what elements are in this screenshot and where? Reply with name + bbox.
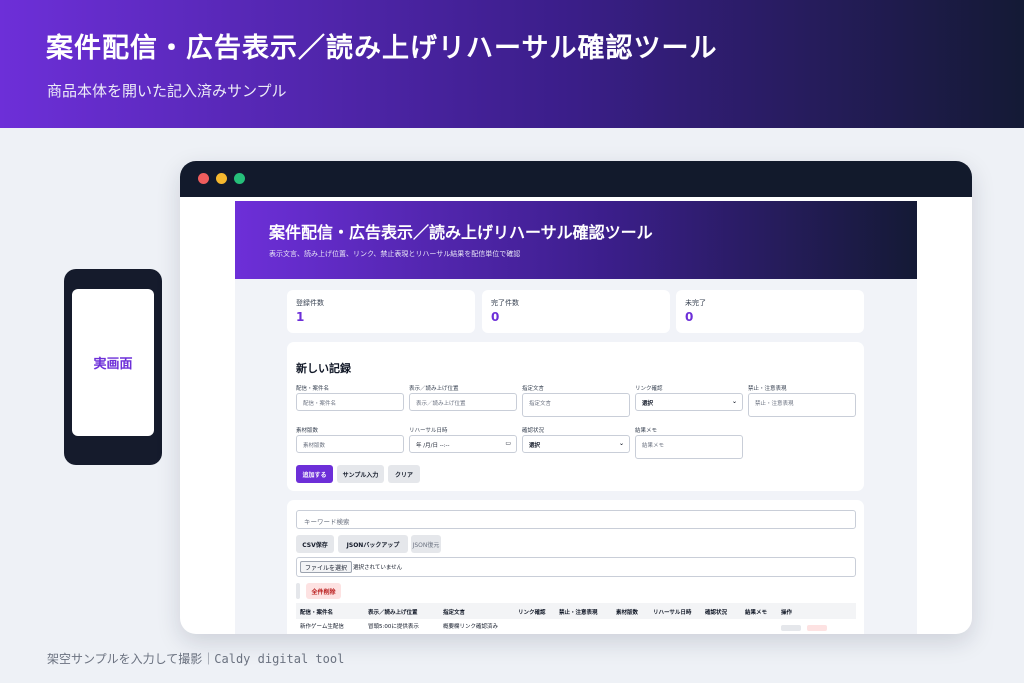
close-window-dot-icon[interactable] — [198, 173, 209, 184]
browser-titlebar — [180, 161, 972, 197]
choose-file-button[interactable]: ファイルを選択 — [300, 561, 353, 573]
stat-card-registered: 登録件数 1 — [287, 290, 475, 333]
row-text: 概要欄リンク確認済み — [443, 624, 499, 630]
column-header: 結果メモ — [745, 610, 768, 616]
sample-input-button[interactable]: サンプル入力 — [337, 465, 384, 483]
horizontal-scroll-handle[interactable] — [296, 583, 300, 599]
position-input[interactable]: 表示／読み上げ位置 — [409, 393, 517, 411]
position-label: 表示／読み上げ位置 — [409, 386, 459, 392]
app-title: 案件配信・広告表示／読み上げリハーサル確認ツール — [269, 223, 653, 242]
add-button[interactable]: 追加する — [296, 465, 333, 483]
delete-all-button[interactable]: 全件削除 — [306, 583, 341, 599]
phone-label: 実画面 — [93, 357, 133, 372]
column-header: リハーサル日時 — [653, 610, 692, 616]
stat-card-incomplete: 未完了 0 — [676, 290, 864, 333]
stat-value: 0 — [491, 310, 500, 324]
row-position: 冒頭5:00に提供表示 — [368, 624, 419, 630]
banner-title: 案件配信・広告表示／読み上げリハーサル確認ツール — [46, 33, 718, 64]
version-input[interactable]: 素材版数 — [296, 435, 404, 453]
app-header: 案件配信・広告表示／読み上げリハーサル確認ツール 表示文言、読み上げ位置、リンク… — [235, 201, 917, 279]
records-list-card: キーワード検索 CSV保存 JSONバックアップ JSON復元 ファイルを選択 … — [287, 500, 864, 634]
hero-banner: 案件配信・広告表示／読み上げリハーサル確認ツール 商品本体を開いた記入済みサンプ… — [0, 0, 1024, 128]
search-input[interactable]: キーワード検索 — [296, 510, 856, 529]
chevron-down-icon: ⌄ — [731, 398, 737, 405]
stat-label: 未完了 — [685, 299, 706, 307]
column-header: 配信・案件名 — [300, 610, 334, 616]
column-header: 指定文言 — [443, 610, 466, 616]
text-label: 指定文言 — [522, 386, 545, 392]
memo-textarea[interactable]: 結果メモ — [635, 435, 743, 459]
column-header: 確認状況 — [705, 610, 728, 616]
phone-screen: 実画面 — [72, 289, 154, 436]
stat-value: 0 — [685, 310, 694, 324]
stat-card-completed: 完了件数 0 — [482, 290, 670, 333]
form-title: 新しい記録 — [296, 362, 351, 375]
version-label: 素材版数 — [296, 428, 319, 434]
name-input[interactable]: 配信・案件名 — [296, 393, 404, 411]
link-label: リンク確認 — [635, 386, 663, 392]
json-restore-button[interactable]: JSON復元 — [411, 535, 441, 553]
table-header: 配信・案件名 表示／読み上げ位置 指定文言 リンク確認 禁止・注意表現 素材版数… — [296, 603, 856, 619]
column-header: 禁止・注意表現 — [559, 610, 598, 616]
date-input-value: 年 /月/日 --:-- — [416, 443, 450, 449]
text-textarea[interactable]: 指定文言 — [522, 393, 630, 417]
csv-save-button[interactable]: CSV保存 — [296, 535, 334, 553]
phone-mockup: 実画面 — [64, 269, 162, 465]
maximize-window-dot-icon[interactable] — [234, 173, 245, 184]
stat-label: 登録件数 — [296, 299, 324, 307]
status-select[interactable]: 選択 ⌄ — [522, 435, 630, 453]
column-header: 操作 — [781, 610, 793, 616]
link-select-value: 選択 — [642, 401, 654, 407]
delete-button[interactable] — [807, 625, 827, 631]
new-record-form: 新しい記録 配信・案件名 配信・案件名 表示／読み上げ位置 表示／読み上げ位置 … — [287, 342, 864, 491]
calendar-icon[interactable]: ▭ — [505, 440, 511, 447]
banned-label: 禁止・注意表現 — [748, 386, 787, 392]
name-label: 配信・案件名 — [296, 386, 330, 392]
status-label: 確認状況 — [522, 428, 545, 434]
column-header: 表示／読み上げ位置 — [368, 610, 418, 616]
minimize-window-dot-icon[interactable] — [216, 173, 227, 184]
link-select[interactable]: 選択 ⌄ — [635, 393, 743, 411]
column-header: リンク確認 — [518, 610, 546, 616]
status-select-value: 選択 — [529, 443, 541, 449]
browser-window: 案件配信・広告表示／読み上げリハーサル確認ツール 表示文言、読み上げ位置、リンク… — [180, 161, 972, 634]
memo-label: 結果メモ — [635, 428, 658, 434]
banned-textarea[interactable]: 禁止・注意表現 — [748, 393, 856, 417]
file-input[interactable]: ファイルを選択 選択されていません — [296, 557, 856, 577]
app-subtitle: 表示文言、読み上げ位置、リンク、禁止表現とリハーサル結果を配信単位で確認 — [269, 250, 521, 258]
stat-label: 完了件数 — [491, 299, 519, 307]
banner-subtitle: 商品本体を開いた記入済みサンプル — [47, 82, 287, 100]
stat-value: 1 — [296, 310, 305, 324]
file-status: 選択されていません — [353, 565, 403, 571]
date-label: リハーサル日時 — [409, 428, 448, 434]
row-name: 新作ゲーム生配信 — [300, 624, 344, 630]
chevron-down-icon: ⌄ — [618, 440, 624, 447]
json-backup-button[interactable]: JSONバックアップ — [338, 535, 408, 553]
footer-caption: 架空サンプルを入力して撮影｜Caldy digital tool — [47, 652, 345, 666]
date-input[interactable]: 年 /月/日 --:-- ▭ — [409, 435, 517, 453]
app-viewport: 案件配信・広告表示／読み上げリハーサル確認ツール 表示文言、読み上げ位置、リンク… — [235, 201, 917, 634]
column-header: 素材版数 — [616, 610, 639, 616]
clear-button[interactable]: クリア — [388, 465, 420, 483]
edit-button[interactable] — [781, 625, 801, 631]
